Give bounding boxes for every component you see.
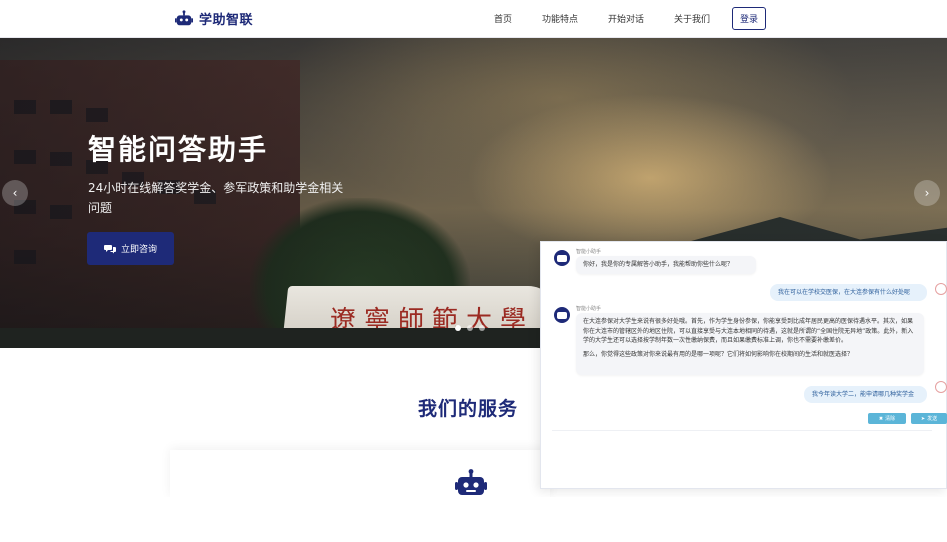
chat-message-user: 我今年读大学二，能申请哪几种奖学金 xyxy=(804,386,927,403)
carousel-indicators xyxy=(455,325,485,331)
bot-avatar xyxy=(554,250,570,266)
trash-icon: ✖ xyxy=(878,415,884,422)
robot-icon xyxy=(455,469,487,495)
nav-link-start-chat[interactable]: 开始对话 xyxy=(608,12,644,25)
clear-label: 清除 xyxy=(885,416,896,422)
send-label: 发送 xyxy=(927,416,938,422)
consult-now-button[interactable]: 立即咨询 xyxy=(87,232,174,265)
consult-now-label: 立即咨询 xyxy=(120,245,157,255)
bot-message-paragraph: 在大连参保对大学生来说有很多好处哦。首先，作为学生身份参保，你能享受到比成年居民… xyxy=(583,318,914,344)
carousel-dot[interactable] xyxy=(467,325,473,331)
bot-name: 智能小助手 xyxy=(576,306,602,312)
robot-icon xyxy=(175,9,193,25)
carousel-next-button[interactable]: › xyxy=(914,180,940,206)
nav-link-features[interactable]: 功能特点 xyxy=(542,12,578,25)
login-button[interactable]: 登录 xyxy=(732,7,766,30)
navbar: 学助智联 首页 功能特点 开始对话 关于我们 登录 xyxy=(0,0,947,38)
service-card xyxy=(170,450,550,498)
carousel-prev-button[interactable]: ‹ xyxy=(2,180,28,206)
chat-bubbles-icon xyxy=(103,244,116,253)
chat-message-bot: 在大连参保对大学生来说有很多好处哦。首先，作为学生身份参保，你能享受到比成年居民… xyxy=(576,313,924,375)
user-avatar xyxy=(935,283,947,295)
hero-subtitle: 24小时在线解答奖学金、参军政策和助学金相关问题 xyxy=(88,181,344,215)
page-bottom xyxy=(0,497,947,542)
hero-title: 智能问答助手 xyxy=(88,133,269,166)
chat-message-bot: 你好，我是你的专属解答小助手，我能帮助你些什么呢？ xyxy=(576,256,756,274)
paper-plane-icon: ➤ xyxy=(920,415,926,422)
chevron-left-icon: ‹ xyxy=(12,186,18,200)
nav-links: 首页 功能特点 开始对话 关于我们 xyxy=(494,12,740,25)
brand[interactable]: 学助智联 xyxy=(175,9,253,28)
nav-link-home[interactable]: 首页 xyxy=(494,12,512,25)
chat-input[interactable] xyxy=(552,430,932,482)
carousel-dot[interactable] xyxy=(479,325,485,331)
chat-message-user: 我在可以在学校交医保，在大连参保有什么好处呢 xyxy=(770,284,927,301)
chevron-right-icon: › xyxy=(924,186,930,200)
nav-link-about[interactable]: 关于我们 xyxy=(674,12,710,25)
page: 学助智联 首页 功能特点 开始对话 关于我们 登录 遼寧師範大學 智能问答助手 … xyxy=(0,0,947,542)
user-avatar xyxy=(935,381,947,393)
services-title: 我们的服务 xyxy=(418,398,519,420)
bot-name: 智能小助手 xyxy=(576,249,602,255)
bot-message-paragraph: 那么，你觉得这些政策对你来说最有用的是哪一项呢？它们将如何影响你在校期间的生活和… xyxy=(583,350,854,358)
bot-avatar xyxy=(554,307,570,323)
clear-button[interactable]: ✖ 清除 xyxy=(868,413,906,424)
send-button[interactable]: ➤ 发送 xyxy=(911,413,947,424)
brand-name: 学助智联 xyxy=(199,13,254,28)
carousel-dot[interactable] xyxy=(455,325,461,331)
